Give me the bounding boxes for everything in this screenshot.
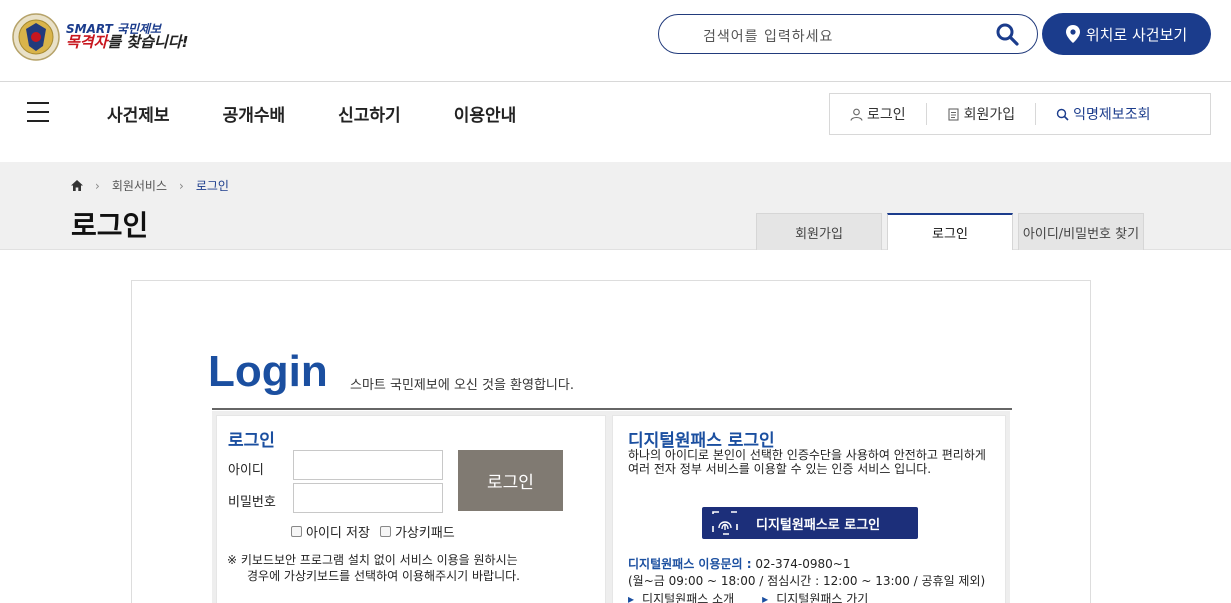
note-line2: 경우에 가상키보드를 선택하여 이용해주시기 바랍니다.: [247, 569, 520, 584]
menu-item-wanted[interactable]: 공개수배: [223, 101, 286, 126]
police-emblem-icon: [12, 13, 60, 61]
hamburger-menu-icon[interactable]: [27, 102, 49, 122]
anonymous-report-lookup-link[interactable]: 익명제보조회: [1036, 103, 1170, 125]
breadcrumb-member-service[interactable]: 회원서비스: [112, 177, 167, 194]
search-icon[interactable]: [995, 22, 1019, 46]
login-link[interactable]: 로그인: [830, 103, 927, 125]
page-title-band: › 회원서비스 › 로그인 로그인 회원가입 로그인 아이디/비밀번호 찾기: [0, 162, 1231, 250]
login-panel: Login 스마트 국민제보에 오신 것을 환영합니다. 로그인 아이디 비밀번…: [131, 280, 1091, 603]
breadcrumb-separator: ›: [179, 178, 184, 193]
login-box-title: 로그인: [228, 431, 275, 451]
note-line1: ※ 키보드보안 프로그램 설치 없이 서비스 이용을 원하시는: [227, 553, 518, 567]
divider: [212, 408, 1012, 410]
inquiry-label: 디지털원패스 이용문의 :: [628, 557, 752, 571]
welcome-text: 스마트 국민제보에 오신 것을 환영합니다.: [350, 378, 574, 393]
logo-line2-rest: 를 찾습니다!: [107, 33, 189, 52]
digital-onepass-go-link[interactable]: 디지털원패스 가기: [762, 590, 868, 603]
save-id-checkbox[interactable]: 아이디 저장: [291, 522, 370, 541]
digital-onepass-links: 디지털원패스 소개 디지털원패스 가기: [628, 590, 868, 603]
breadcrumb-separator: ›: [95, 178, 100, 193]
digital-onepass-login-button[interactable]: 디지털원패스로 로그인: [702, 507, 918, 539]
login-options: 아이디 저장 가상키패드: [291, 522, 455, 541]
id-field[interactable]: [293, 450, 443, 480]
virtual-keypad-checkbox[interactable]: 가상키패드: [379, 522, 455, 541]
signup-link[interactable]: 회원가입: [927, 103, 1037, 125]
member-tabs: 회원가입 로그인 아이디/비밀번호 찾기: [756, 213, 1149, 250]
menu-item-report[interactable]: 사건제보: [107, 101, 170, 126]
checkbox-box[interactable]: [291, 526, 302, 537]
login-heading: Login: [208, 347, 328, 396]
digital-onepass-intro-link[interactable]: 디지털원패스 소개: [628, 590, 734, 603]
password-label: 비밀번호: [228, 495, 276, 510]
site-logo[interactable]: SMART 국민제보 목격자를 찾습니다!: [12, 12, 212, 62]
menu-item-declare[interactable]: 신고하기: [338, 101, 401, 126]
member-login-box: 로그인 아이디 비밀번호 로그인 아이디 저장 가상키패드 ※ 키보드보안 프로…: [216, 415, 606, 603]
breadcrumb-current: 로그인: [195, 179, 229, 193]
logo-line2: 목격자를 찾습니다!: [66, 35, 188, 51]
checkbox-box[interactable]: [379, 526, 391, 537]
user-links: 로그인 회원가입 익명제보조회: [829, 93, 1211, 135]
service-hours: (월~금 09:00 ~ 18:00 / 점심시간 : 12:00 ~ 13:0…: [628, 574, 986, 588]
home-icon[interactable]: [71, 180, 83, 191]
search-placeholder: 검색어를 입력하세요: [703, 29, 834, 45]
page-title: 로그인: [71, 209, 149, 242]
digital-onepass-description: 하나의 아이디로 본인이 선택한 인증수단을 사용하여 안전하고 편리하게 여러…: [628, 448, 986, 477]
person-icon: [850, 108, 863, 121]
tab-login[interactable]: 로그인: [887, 213, 1013, 250]
inquiry-line: 디지털원패스 이용문의 : 02-374-0980~1: [628, 555, 850, 572]
tab-signup[interactable]: 회원가입: [756, 213, 882, 250]
digital-onepass-box: 디지털원패스 로그인 하나의 아이디로 본인이 선택한 인증수단을 사용하여 안…: [612, 415, 1006, 603]
id-label: 아이디: [228, 463, 264, 478]
breadcrumb: › 회원서비스 › 로그인: [71, 177, 229, 194]
logo-highlight: 목격자: [66, 33, 108, 52]
main-nav: 사건제보 공개수배 신고하기 이용안내 로그인 회원가입 익명제보조회: [0, 83, 1231, 162]
location-button-label: 위치로 사건보기: [1085, 25, 1188, 44]
tab-find-id-password[interactable]: 아이디/비밀번호 찾기: [1018, 213, 1144, 250]
search-icon: [1056, 108, 1069, 121]
keyboard-security-note: ※ 키보드보안 프로그램 설치 없이 서비스 이용을 원하시는 경우에 가상키보…: [227, 552, 602, 584]
map-pin-icon: [1065, 25, 1080, 43]
location-view-button[interactable]: 위치로 사건보기: [1042, 13, 1211, 55]
logo-text: SMART 국민제보 목격자를 찾습니다!: [66, 23, 188, 51]
search-input[interactable]: 검색어를 입력하세요: [658, 14, 1038, 54]
virtual-keypad-label: 가상키패드: [394, 526, 455, 541]
login-button[interactable]: 로그인: [458, 450, 563, 511]
inquiry-phone: 02-374-0980~1: [755, 557, 851, 571]
password-field[interactable]: [293, 483, 443, 513]
menu-item-guide[interactable]: 이용안내: [454, 101, 517, 126]
fingerprint-icon: [712, 511, 738, 535]
login-link-label: 로그인: [867, 107, 906, 123]
save-id-label: 아이디 저장: [306, 526, 370, 541]
top-header: SMART 국민제보 목격자를 찾습니다! 검색어를 입력하세요 위치로 사건보…: [0, 0, 1231, 82]
anonymous-lookup-label: 익명제보조회: [1073, 107, 1151, 123]
signup-link-label: 회원가입: [963, 107, 1016, 123]
document-icon: [948, 107, 959, 121]
main-menu: 사건제보 공개수배 신고하기 이용안내: [107, 101, 569, 126]
digital-onepass-button-label: 디지털원패스로 로그인: [756, 517, 881, 533]
